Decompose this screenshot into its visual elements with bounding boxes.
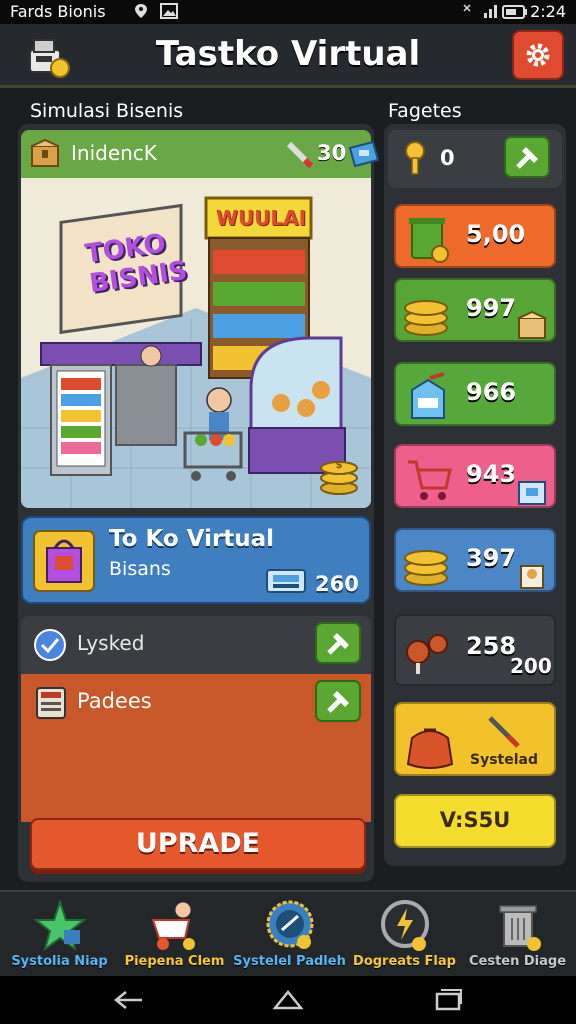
shelf-sign: WUULAI: [215, 206, 307, 230]
location-icon: [134, 3, 148, 23]
trash-can-icon: [492, 900, 544, 952]
nav-item-piepena[interactable]: Piepena Clem: [117, 896, 232, 976]
pencil-icon: [285, 140, 315, 172]
side-card-milk[interactable]: 966: [394, 362, 556, 426]
padees-panel: Padees: [21, 674, 371, 822]
toko-virtual-card[interactable]: To Ko Virtual Bisans 260: [21, 516, 371, 604]
recents-icon[interactable]: [434, 988, 464, 1016]
scene-card-label: InidencK: [71, 141, 157, 165]
battery-icon: [502, 4, 528, 23]
calculator-icon: [35, 686, 67, 724]
side-top-value: 0: [440, 146, 455, 170]
side-card-vsu[interactable]: V:S5U: [394, 794, 556, 848]
section-label: Simulasi Bisenis: [30, 100, 184, 122]
padees-label[interactable]: Padees: [77, 689, 152, 713]
box-icon: [516, 310, 550, 344]
upgrade-button[interactable]: UPRADE: [30, 818, 366, 870]
nav-label: Dogreats Flap: [353, 954, 456, 969]
svg-text:$: $: [336, 460, 343, 471]
hammer-icon: [327, 633, 349, 655]
side-card-value: 966: [466, 378, 517, 406]
side-card-value: Systelad: [470, 752, 538, 768]
app-header: Tastko Virtual: [0, 24, 576, 88]
cart-icon: [404, 454, 454, 508]
nav-label: Systelel Padleh: [233, 954, 346, 969]
back-icon[interactable]: [112, 988, 146, 1016]
gear-icon: [526, 43, 550, 67]
tool-icon: [486, 712, 522, 752]
side-card-trash[interactable]: 5,00: [394, 204, 556, 268]
package-icon: [516, 476, 550, 510]
side-card-value: 397: [466, 544, 517, 572]
nav-item-systolia[interactable]: Systolia Niap: [2, 896, 117, 976]
padees-action-button[interactable]: [315, 680, 361, 722]
badge-icon: [264, 900, 316, 952]
box-icon: [29, 138, 61, 174]
milk-carton-icon: [404, 372, 452, 426]
coin-stack-icon: [402, 288, 452, 342]
store-scene: $ TOKO BISNIS WUULAI: [21, 178, 371, 508]
home-icon[interactable]: [272, 988, 304, 1016]
shopper-icon: [149, 900, 201, 952]
side-section-label: Fagetes: [388, 100, 462, 122]
side-card-food[interactable]: 258 200: [394, 614, 556, 686]
side-card-value: 5,00: [466, 220, 526, 248]
nav-label: Cesten Diage: [468, 954, 567, 969]
side-top-row: 0: [388, 130, 562, 188]
check-icon: [33, 628, 67, 666]
image-icon: [160, 3, 178, 23]
grocery-bag-icon: [516, 560, 550, 594]
side-card-value: 943: [466, 460, 517, 488]
lysked-row[interactable]: Lysked: [21, 616, 371, 674]
lysked-action-button[interactable]: [315, 622, 361, 664]
page-title: Tastko Virtual: [155, 34, 421, 74]
status-bar: Fards Bionis 2:24: [0, 0, 576, 24]
nav-item-cesten[interactable]: Cesten Diage: [460, 896, 575, 976]
coin-stack-icon: [402, 538, 452, 592]
register-icon: [265, 566, 307, 600]
side-card-value: V:S5U: [439, 808, 511, 832]
drumstick-icon: [402, 628, 452, 682]
nav-label: Systolia Niap: [11, 954, 108, 969]
hammer-icon: [516, 147, 538, 169]
coupon-icon: [347, 138, 381, 174]
side-card-gold[interactable]: 397: [394, 528, 556, 592]
settings-button[interactable]: [512, 30, 564, 80]
toko-card-subtitle: Bisans: [109, 558, 171, 580]
sack-icon: [402, 718, 458, 776]
toko-card-title: To Ko Virtual: [109, 526, 275, 552]
lightning-icon: [379, 900, 431, 952]
upgrade-label: UPRADE: [135, 828, 261, 859]
key-icon: [400, 140, 430, 182]
side-card-coins[interactable]: 997: [394, 278, 556, 342]
toko-card-value: 260: [315, 572, 359, 596]
nav-item-dogreats[interactable]: Dogreats Flap: [347, 896, 462, 976]
nav-item-systelel[interactable]: Systelel Padleh: [232, 896, 347, 976]
signal-icon: [462, 3, 502, 23]
status-left-text: Fards Bionis: [10, 2, 106, 21]
side-card-extra: 200: [510, 654, 552, 678]
status-time: 2:24: [530, 2, 566, 21]
side-card-systelad[interactable]: Systelad: [394, 702, 556, 776]
scene-card-count: 30: [317, 141, 347, 165]
shopping-bag-icon: [31, 528, 97, 598]
side-card-value: 997: [466, 294, 517, 322]
trash-bin-icon: [404, 212, 452, 268]
scene-card-header: InidencK 30: [21, 130, 380, 178]
lysked-label: Lysked: [77, 631, 145, 655]
system-nav-bar: [0, 976, 576, 1024]
side-card-cart[interactable]: 943: [394, 444, 556, 508]
star-icon: [33, 898, 87, 952]
hammer-icon: [327, 691, 349, 713]
nav-label: Piepena Clem: [124, 954, 225, 969]
side-card-value: 258: [466, 632, 517, 660]
side-top-action-button[interactable]: [504, 136, 550, 178]
